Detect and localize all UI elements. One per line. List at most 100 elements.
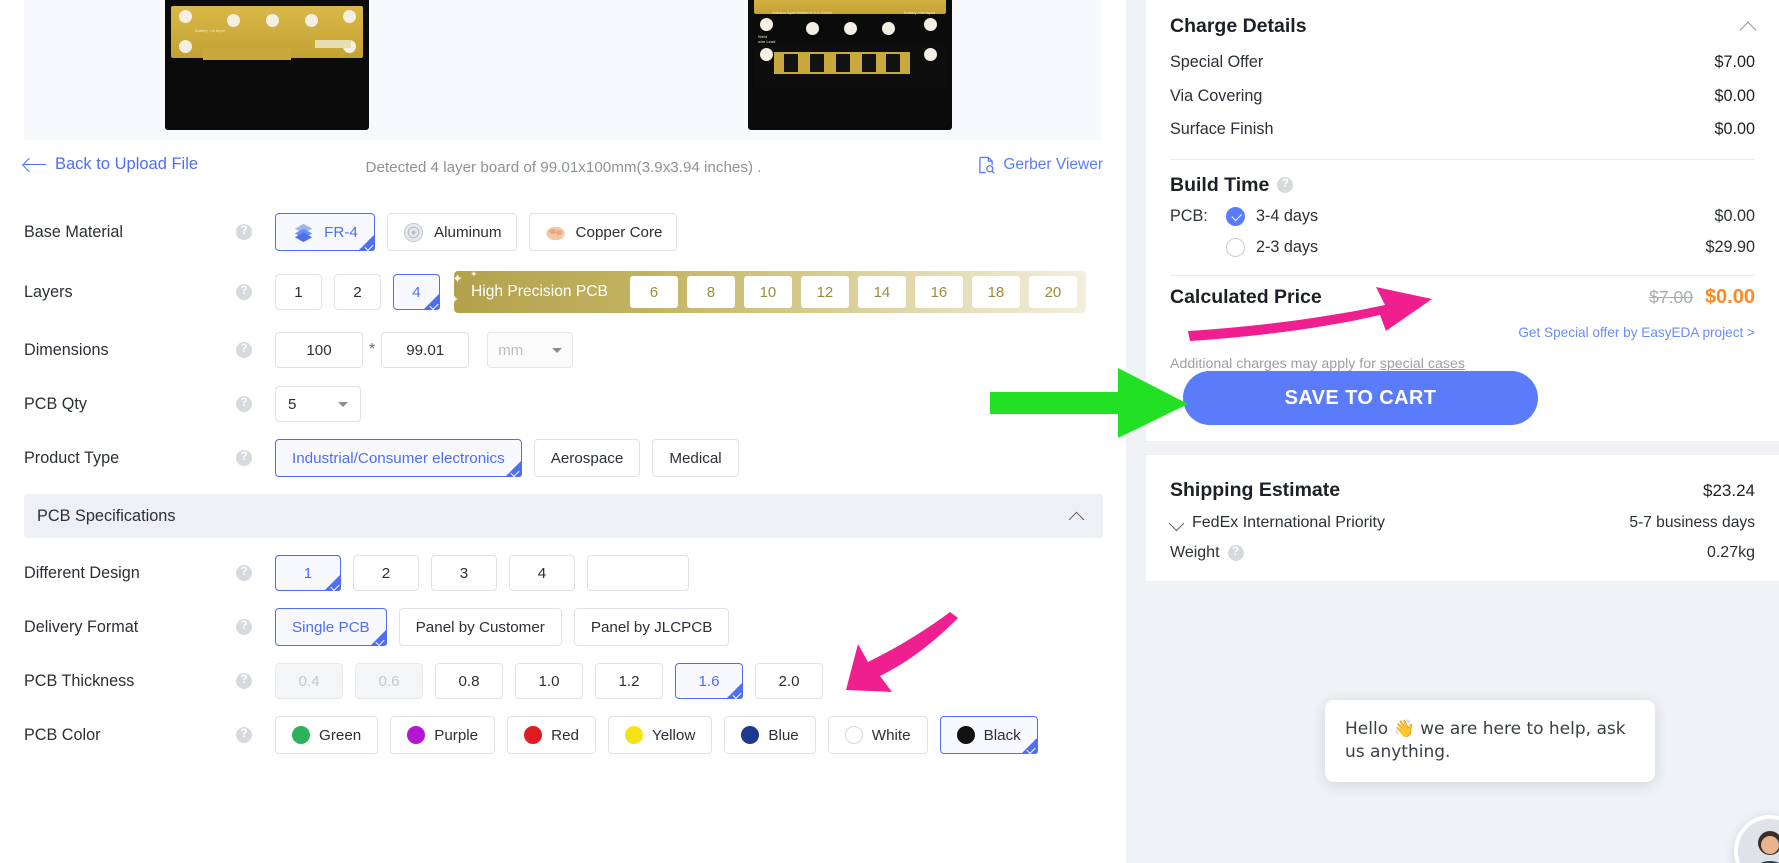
upload-summary-bar: Back to Upload File Detected 4 layer boa…	[24, 152, 1103, 186]
base-material-option-fr4[interactable]: FR-4	[275, 213, 375, 252]
pcb-color-black-label: Black	[983, 726, 1021, 744]
different-design-custom-input[interactable]	[587, 555, 689, 591]
shipping-carrier-row[interactable]: FedEx International Priority 5-7 busines…	[1170, 514, 1755, 532]
radio-selected-icon[interactable]	[1226, 206, 1245, 226]
pcb-color-option-blue[interactable]: Blue	[724, 716, 816, 754]
dimension-separator: *	[369, 341, 376, 358]
layers-option-1-label: 1	[294, 283, 303, 301]
different-design-option-4[interactable]: 4	[509, 555, 575, 591]
layers-option-16[interactable]: 16	[914, 276, 963, 308]
chevron-down-icon	[552, 347, 563, 353]
pcb-color-option-green[interactable]: Green	[275, 716, 379, 754]
base-material-option-aluminum[interactable]: Aluminum	[387, 213, 517, 251]
build-time-label-3-4: 3-4 days	[1256, 206, 1319, 225]
chevron-down-icon[interactable]	[1170, 517, 1183, 530]
pcb-qty-help-icon[interactable]: ?	[236, 396, 252, 412]
delivery-format-option-panel-by-customer[interactable]: Panel by Customer	[398, 608, 562, 646]
build-time-key: PCB:	[1170, 206, 1208, 225]
product-type-help-icon[interactable]: ?	[236, 450, 252, 466]
pcb-preview-bottom-layer[interactable]: Foot Switch Jumpers Weld Time Arduino Sp…	[748, 0, 952, 130]
dimension-width-input[interactable]	[275, 332, 363, 368]
base-material-help-icon[interactable]: ?	[236, 224, 252, 240]
build-time-help-icon[interactable]: ?	[1277, 177, 1294, 193]
layers-option-10[interactable]: 10	[743, 276, 792, 308]
layers-option-12[interactable]: 12	[800, 276, 849, 308]
layers-option-2[interactable]: 2	[334, 274, 381, 310]
layers-option-8[interactable]: 8	[686, 276, 735, 308]
pcb-color-option-yellow[interactable]: Yellow	[608, 716, 713, 754]
save-to-cart-button[interactable]: SAVE TO CART	[1183, 371, 1538, 425]
agent-avatar-icon	[1738, 819, 1779, 863]
pcb-color-option-black[interactable]: Black	[939, 716, 1038, 755]
charge-row-via-covering: Via Covering $0.00	[1170, 80, 1755, 114]
pcb-color-option-white[interactable]: White	[827, 716, 928, 754]
special-cases-link[interactable]: special cases	[1380, 356, 1465, 372]
radio-unselected-icon[interactable]	[1226, 237, 1245, 257]
layers-option-18[interactable]: 18	[971, 276, 1020, 308]
layers-row: Layers ? 1 2 4 ✦ ✦ ✦ High Precision PCB …	[24, 265, 1103, 319]
pcb-thickness-option-1-6[interactable]: 1.6	[675, 663, 743, 700]
high-precision-text: High Precision PCB	[471, 283, 608, 300]
dimensions-help-icon[interactable]: ?	[236, 342, 252, 358]
pcb-color-help-icon[interactable]: ?	[236, 727, 252, 743]
pcb-thickness-help-icon[interactable]: ?	[236, 673, 252, 689]
layers-option-14[interactable]: 14	[857, 276, 906, 308]
chevron-up-icon[interactable]	[1741, 19, 1755, 33]
gerber-viewer-link[interactable]: Gerber Viewer	[978, 156, 1103, 174]
pcb-color-option-purple[interactable]: Purple	[390, 716, 496, 754]
different-design-option-2[interactable]: 2	[353, 555, 419, 591]
pcb-thickness-option-0-8[interactable]: 0.8	[435, 663, 503, 699]
pcb-specifications-section-header[interactable]: PCB Specifications	[24, 494, 1103, 538]
product-type-option-industrial[interactable]: Industrial/Consumer electronics	[275, 439, 522, 478]
pcb-thickness-0-4-label: 0.4	[298, 672, 320, 690]
build-time-value-2-3: $29.90	[1705, 237, 1755, 256]
layers-option-20[interactable]: 20	[1028, 276, 1077, 308]
chevron-up-icon[interactable]	[1070, 510, 1083, 523]
pcb-qty-select[interactable]: 5	[275, 386, 361, 422]
different-design-option-3[interactable]: 3	[431, 555, 497, 591]
different-design-option-2-label: 2	[381, 564, 391, 582]
pcb-thickness-option-2-0[interactable]: 2.0	[755, 663, 823, 699]
delivery-format-help-icon[interactable]: ?	[236, 619, 252, 635]
pcb-thickness-option-0-4[interactable]: 0.4	[275, 663, 343, 699]
pcb-color-option-red[interactable]: Red	[507, 716, 596, 754]
gerber-viewer-label: Gerber Viewer	[1003, 156, 1103, 173]
dimension-unit-select[interactable]: mm	[487, 332, 574, 368]
build-time-title: Build Time	[1170, 173, 1270, 196]
easyeda-special-offer-link[interactable]: Get Special offer by EasyEDA project >	[1518, 325, 1755, 340]
pcb-thickness-0-6-label: 0.6	[378, 672, 400, 690]
layers-option-4[interactable]: 4	[393, 274, 440, 311]
sparkle-icon: ✦	[470, 269, 478, 279]
charge-label-surface-finish: Surface Finish	[1170, 120, 1274, 139]
layers-option-4-label: 4	[412, 283, 421, 301]
product-type-medical-label: Medical	[669, 449, 722, 467]
pcb-color-row: PCB Color ? Green Purple Red Yellow Blue…	[24, 708, 1103, 762]
jlcpcb-order-page: Battery +Ve Input Weld wire Lead Battery…	[0, 0, 1779, 863]
chat-greeting-bubble[interactable]: Hello 👋 we are here to help, ask us anyt…	[1325, 700, 1655, 782]
product-type-option-aerospace[interactable]: Aerospace	[533, 439, 641, 477]
weight-help-icon[interactable]: ?	[1227, 545, 1244, 561]
divider	[1170, 274, 1755, 276]
delivery-format-option-single-pcb[interactable]: Single PCB	[275, 608, 387, 647]
build-time-option-2-3-days[interactable]: 2-3 days $29.90	[1170, 232, 1755, 263]
layers-option-1[interactable]: 1	[275, 274, 322, 310]
pcb-thickness-1-6-label: 1.6	[698, 672, 720, 690]
base-material-option-copper-core[interactable]: Copper Core	[528, 213, 678, 251]
layers-option-6[interactable]: 6	[629, 276, 678, 308]
product-type-label: Product Type	[24, 448, 120, 467]
layers-help-icon[interactable]: ?	[236, 284, 252, 300]
product-type-option-medical[interactable]: Medical	[652, 439, 739, 477]
pcb-thickness-option-1-2[interactable]: 1.2	[595, 663, 663, 699]
build-time-option-3-4-days[interactable]: PCB: 3-4 days $0.00	[1170, 201, 1755, 232]
charge-row-special-offer: Special Offer $7.00	[1170, 46, 1755, 80]
pcb-color-red-label: Red	[551, 726, 579, 744]
pcb-thickness-option-1-0[interactable]: 1.0	[515, 663, 583, 699]
delivery-format-option-panel-by-jlcpcb[interactable]: Panel by JLCPCB	[573, 608, 730, 646]
pcb-thickness-option-0-6[interactable]: 0.6	[355, 663, 423, 699]
different-design-option-1[interactable]: 1	[275, 555, 341, 592]
different-design-help-icon[interactable]: ?	[236, 565, 252, 581]
special-offer-line: Get Special offer by EasyEDA project >	[1170, 324, 1755, 342]
pcb-preview-top-layer[interactable]: Battery +Ve Input Weld wire Lead Battery…	[165, 0, 369, 130]
high-precision-pcb-label: ✦ ✦ ✦ High Precision PCB	[450, 269, 621, 306]
dimension-height-input[interactable]	[381, 332, 470, 368]
